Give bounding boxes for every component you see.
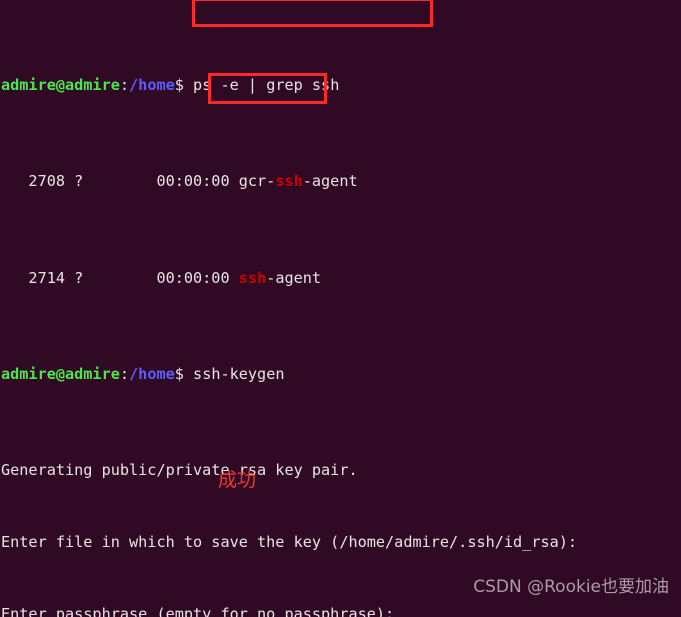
watermark-text: CSDN @Rookie也要加油: [473, 576, 669, 597]
prompt-separator: :: [119, 364, 130, 383]
prompt-path: /home: [129, 364, 175, 383]
prompt-user-host: admire@admire: [1, 76, 120, 95]
output-generating: Generating public/private rsa key pair.: [1, 460, 358, 479]
ps-output-row-2: 2714 ? 00:00:00 ssh-agent: [1, 266, 586, 290]
command-ps-grep-ssh: ps -e | grep ssh: [183, 76, 340, 95]
prompt-line-keygen: admire@admire:/home$ ssh-keygen: [1, 362, 586, 386]
annotation-success-label: 成功: [218, 469, 257, 491]
prompt-sigil: $: [174, 364, 184, 383]
terminal-window[interactable]: admire@admire:/home$ ps -e | grep ssh 27…: [0, 0, 681, 617]
output-enter-file: Enter file in which to save the key (/ho…: [1, 533, 578, 552]
ps-row1-prefix: 2708 ? 00:00:00 gcr-: [1, 172, 276, 191]
ps-row1-match: ssh: [275, 172, 303, 191]
prompt-line-ps: admire@admire:/home$ ps -e | grep ssh: [1, 73, 586, 97]
ps-row2-suffix: -agent: [266, 268, 322, 287]
command-ssh-keygen: ssh-keygen: [183, 364, 285, 383]
ps-row2-prefix: 2714 ? 00:00:00: [1, 268, 239, 287]
output-enter-passphrase: Enter passphrase (empty for no passphras…: [1, 605, 395, 617]
prompt-sigil: $: [174, 76, 184, 95]
ps-row2-match: ssh: [238, 268, 267, 287]
prompt-separator: :: [119, 76, 130, 95]
ps-output-row-1: 2708 ? 00:00:00 gcr-ssh-agent: [1, 169, 586, 193]
terminal-output-area[interactable]: admire@admire:/home$ ps -e | grep ssh 27…: [0, 0, 586, 617]
ps-row1-suffix: -agent: [302, 172, 358, 191]
prompt-path: /home: [129, 76, 175, 95]
prompt-user-host: admire@admire: [1, 364, 120, 383]
